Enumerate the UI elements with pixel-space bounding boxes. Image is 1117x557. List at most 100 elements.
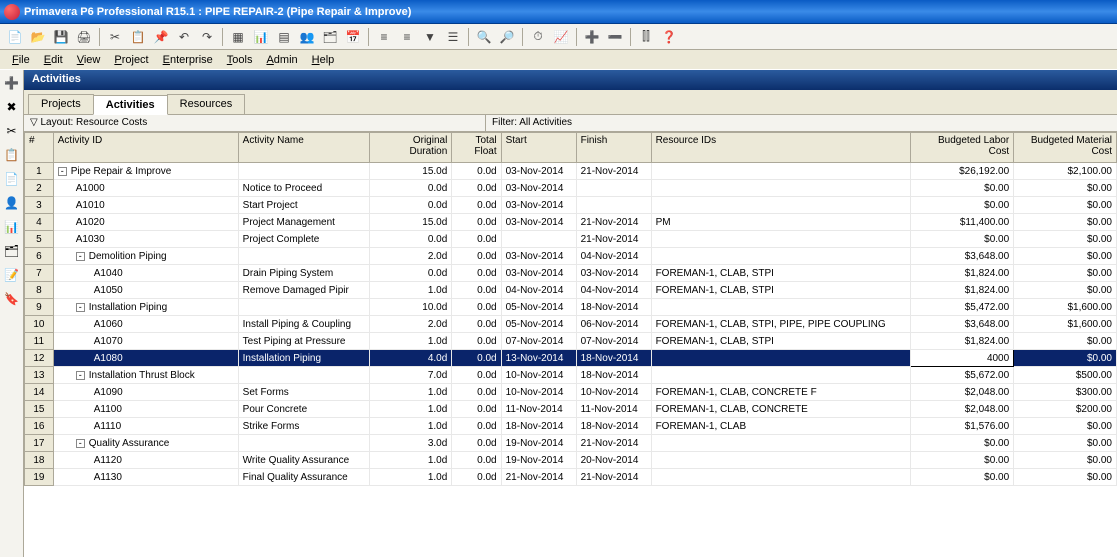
wbs-icon[interactable]: 🗂 xyxy=(319,26,341,48)
cell-resids[interactable] xyxy=(651,452,911,469)
row-number[interactable]: 18 xyxy=(25,452,54,469)
cell-totalfloat[interactable]: 0.0d xyxy=(452,469,501,486)
cell-activityname[interactable]: Set Forms xyxy=(238,384,369,401)
align-center-icon[interactable]: ≡ xyxy=(396,26,418,48)
cell-blabor[interactable]: $2,048.00 xyxy=(911,401,1014,418)
cell-start[interactable]: 18-Nov-2014 xyxy=(501,418,576,435)
cell-finish[interactable]: 18-Nov-2014 xyxy=(576,350,651,367)
cell-activityid[interactable]: A1110 xyxy=(53,418,238,435)
cell-resids[interactable] xyxy=(651,350,911,367)
zoom-in-icon[interactable]: 🔍 xyxy=(473,26,495,48)
cell-finish[interactable]: 21-Nov-2014 xyxy=(576,469,651,486)
cell-finish[interactable]: 21-Nov-2014 xyxy=(576,214,651,231)
cell-finish[interactable]: 21-Nov-2014 xyxy=(576,435,651,452)
cell-resids[interactable] xyxy=(651,197,911,214)
cell-blabor[interactable]: $0.00 xyxy=(911,231,1014,248)
cell-origdur[interactable]: 1.0d xyxy=(370,401,452,418)
cell-activityname[interactable] xyxy=(238,435,369,452)
paste-icon[interactable]: 📌 xyxy=(150,26,172,48)
cell-blabor[interactable]: $2,048.00 xyxy=(911,384,1014,401)
activity-grid[interactable]: #Activity IDActivity NameOriginal Durati… xyxy=(24,132,1117,557)
cell-activityid[interactable]: A1130 xyxy=(53,469,238,486)
cell-bmat[interactable]: $0.00 xyxy=(1014,418,1117,435)
cell-start[interactable]: 21-Nov-2014 xyxy=(501,469,576,486)
row-number[interactable]: 15 xyxy=(25,401,54,418)
cell-bmat[interactable]: $0.00 xyxy=(1014,435,1117,452)
cell-totalfloat[interactable]: 0.0d xyxy=(452,452,501,469)
row-number[interactable]: 7 xyxy=(25,265,54,282)
cell-origdur[interactable]: 1.0d xyxy=(370,418,452,435)
cell-totalfloat[interactable]: 0.0d xyxy=(452,350,501,367)
cell-origdur[interactable]: 0.0d xyxy=(370,180,452,197)
cell-bmat[interactable]: $0.00 xyxy=(1014,469,1117,486)
cell-origdur[interactable]: 0.0d xyxy=(370,265,452,282)
cell-blabor[interactable]: $3,648.00 xyxy=(911,316,1014,333)
cell-start[interactable]: 03-Nov-2014 xyxy=(501,197,576,214)
cell-activityname[interactable]: Drain Piping System xyxy=(238,265,369,282)
cell-resids[interactable] xyxy=(651,435,911,452)
calendar-icon[interactable]: 📅 xyxy=(342,26,364,48)
cell-totalfloat[interactable]: 0.0d xyxy=(452,401,501,418)
open-icon[interactable]: 📂 xyxy=(27,26,49,48)
cell-blabor[interactable]: $0.00 xyxy=(911,469,1014,486)
cell-origdur[interactable]: 0.0d xyxy=(370,197,452,214)
cell-finish[interactable]: 21-Nov-2014 xyxy=(576,231,651,248)
resource-icon[interactable]: 👥 xyxy=(296,26,318,48)
cell-finish[interactable]: 10-Nov-2014 xyxy=(576,384,651,401)
table-row[interactable]: 15A1100Pour Concrete1.0d0.0d11-Nov-20141… xyxy=(25,401,1117,418)
cell-blabor[interactable]: $3,648.00 xyxy=(911,248,1014,265)
cell-finish[interactable]: 06-Nov-2014 xyxy=(576,316,651,333)
cell-bmat[interactable]: $300.00 xyxy=(1014,384,1117,401)
row-number[interactable]: 6 xyxy=(25,248,54,265)
cell-activityname[interactable]: Remove Damaged Pipir xyxy=(238,282,369,299)
table-row[interactable]: 9-Installation Piping10.0d0.0d05-Nov-201… xyxy=(25,299,1117,316)
copy-icon[interactable]: 📋 xyxy=(127,26,149,48)
col-header-origdur[interactable]: Original Duration xyxy=(370,133,452,163)
cell-blabor[interactable]: $1,576.00 xyxy=(911,418,1014,435)
col-header-totalfloat[interactable]: Total Float xyxy=(452,133,501,163)
row-number[interactable]: 14 xyxy=(25,384,54,401)
cell-totalfloat[interactable]: 0.0d xyxy=(452,418,501,435)
cell-activityname[interactable]: Project Complete xyxy=(238,231,369,248)
cell-origdur[interactable]: 3.0d xyxy=(370,435,452,452)
cell-totalfloat[interactable]: 0.0d xyxy=(452,248,501,265)
cell-finish[interactable]: 20-Nov-2014 xyxy=(576,452,651,469)
cell-start[interactable] xyxy=(501,231,576,248)
menu-edit[interactable]: Edit xyxy=(38,52,69,68)
col-header-activityid[interactable]: Activity ID xyxy=(53,133,238,163)
cell-blabor[interactable]: $11,400.00 xyxy=(911,214,1014,231)
cell-bmat[interactable]: $0.00 xyxy=(1014,180,1117,197)
cell-origdur[interactable]: 0.0d xyxy=(370,231,452,248)
cell-blabor[interactable]: $0.00 xyxy=(911,435,1014,452)
cell-totalfloat[interactable]: 0.0d xyxy=(452,435,501,452)
add-icon[interactable]: ➕ xyxy=(581,26,603,48)
cell-start[interactable]: 11-Nov-2014 xyxy=(501,401,576,418)
chart-icon[interactable]: 📊 xyxy=(250,26,272,48)
cell-resids[interactable]: FOREMAN-1, CLAB, CONCRETE xyxy=(651,401,911,418)
sidebar-wbs-icon[interactable]: 🗂 xyxy=(3,242,21,260)
cell-origdur[interactable]: 1.0d xyxy=(370,384,452,401)
menu-project[interactable]: Project xyxy=(108,52,154,68)
col-header-finish[interactable]: Finish xyxy=(576,133,651,163)
cell-activityid[interactable]: A1100 xyxy=(53,401,238,418)
cell-start[interactable]: 03-Nov-2014 xyxy=(501,163,576,180)
table-row[interactable]: 16A1110Strike Forms1.0d0.0d18-Nov-201418… xyxy=(25,418,1117,435)
cell-bmat[interactable]: $1,600.00 xyxy=(1014,316,1117,333)
cell-bmat[interactable]: $0.00 xyxy=(1014,333,1117,350)
cell-start[interactable]: 07-Nov-2014 xyxy=(501,333,576,350)
row-number[interactable]: 19 xyxy=(25,469,54,486)
table-icon[interactable]: ▤ xyxy=(273,26,295,48)
cell-bmat[interactable]: $0.00 xyxy=(1014,197,1117,214)
cell-activityname[interactable]: Project Management xyxy=(238,214,369,231)
cell-finish[interactable]: 04-Nov-2014 xyxy=(576,282,651,299)
cell-bmat[interactable]: $0.00 xyxy=(1014,214,1117,231)
col-header-activityname[interactable]: Activity Name xyxy=(238,133,369,163)
sidebar-cut-icon[interactable]: ✂ xyxy=(3,122,21,140)
cell-blabor[interactable]: $0.00 xyxy=(911,452,1014,469)
cell-start[interactable]: 03-Nov-2014 xyxy=(501,180,576,197)
cell-resids[interactable] xyxy=(651,231,911,248)
table-row[interactable]: 12A1080Installation Piping4.0d0.0d13-Nov… xyxy=(25,350,1117,367)
undo-icon[interactable]: ↶ xyxy=(173,26,195,48)
cell-finish[interactable]: 07-Nov-2014 xyxy=(576,333,651,350)
sidebar-paste-icon[interactable]: 📄 xyxy=(3,170,21,188)
